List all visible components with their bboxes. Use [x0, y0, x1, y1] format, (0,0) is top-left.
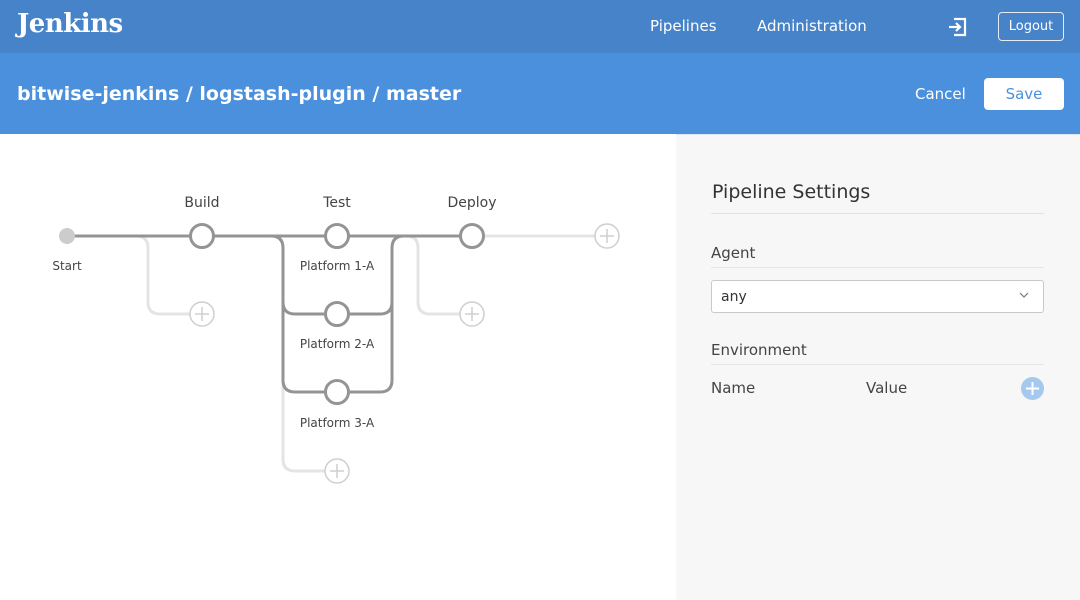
editor-header: bitwise-jenkins / logstash-plugin / mast…	[0, 53, 1080, 134]
chevron-down-icon	[1019, 292, 1029, 298]
pipeline-canvas: Start Build Test Deploy Platform 1-A Pla…	[0, 134, 676, 600]
divider	[711, 364, 1044, 365]
stage-node-test[interactable]	[324, 223, 350, 249]
divider	[711, 267, 1044, 268]
add-stage-end-icon[interactable]	[594, 223, 620, 249]
parallel-label-3: Platform 3-A	[300, 416, 375, 430]
env-name-header: Name	[711, 379, 756, 397]
stage-label-build: Build	[184, 195, 219, 211]
cancel-button[interactable]: Cancel	[915, 85, 966, 103]
nav-pipelines-link[interactable]: Pipelines	[650, 17, 717, 35]
start-node	[59, 228, 75, 244]
environment-label: Environment	[711, 341, 807, 359]
parallel-node-3[interactable]	[324, 379, 350, 405]
add-deploy-parallel-icon[interactable]	[459, 301, 485, 327]
add-stage-branch-line	[135, 234, 190, 316]
add-env-variable-button[interactable]	[1021, 377, 1044, 400]
pipeline-settings-panel: Pipeline Settings Agent any Environment …	[676, 134, 1080, 600]
logout-button[interactable]: Logout	[998, 12, 1064, 41]
agent-select[interactable]: any	[711, 280, 1044, 313]
start-label: Start	[52, 259, 82, 273]
pipeline-graph: Start Build Test Deploy Platform 1-A Pla…	[52, 195, 620, 484]
parallel-label-1: Platform 1-A	[300, 259, 375, 273]
top-nav: Jenkins Pipelines Administration Logout	[0, 0, 1080, 53]
stage-node-build[interactable]	[189, 223, 215, 249]
add-deploy-branch-line	[405, 234, 460, 316]
stage-node-deploy[interactable]	[459, 223, 485, 249]
agent-select-value: any	[721, 289, 747, 305]
save-button[interactable]: Save	[984, 78, 1064, 110]
nav-administration-link[interactable]: Administration	[757, 17, 867, 35]
stage-label-deploy: Deploy	[447, 195, 496, 211]
add-parallel-icon[interactable]	[324, 458, 350, 484]
sign-in-icon[interactable]	[946, 16, 968, 38]
agent-label: Agent	[711, 244, 756, 262]
jenkins-logo[interactable]: Jenkins	[17, 9, 123, 39]
parallel-label-2: Platform 2-A	[300, 337, 375, 351]
env-value-header: Value	[866, 379, 908, 397]
divider	[711, 213, 1044, 214]
stage-label-test: Test	[322, 195, 351, 211]
plus-icon	[1026, 382, 1039, 395]
parallel-node-2[interactable]	[324, 301, 350, 327]
panel-title: Pipeline Settings	[712, 181, 871, 203]
breadcrumb: bitwise-jenkins / logstash-plugin / mast…	[17, 83, 462, 105]
add-stage-after-start-icon[interactable]	[189, 301, 215, 327]
